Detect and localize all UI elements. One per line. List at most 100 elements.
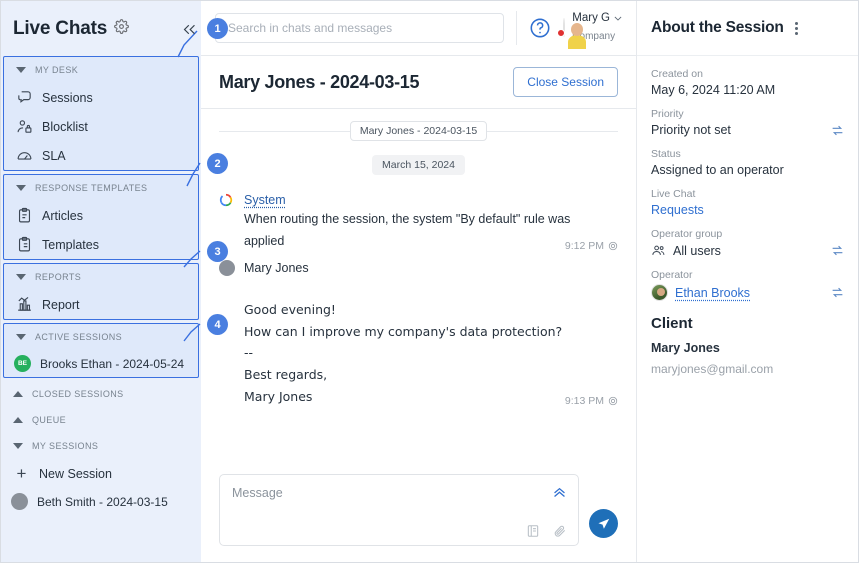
composer-area: Message — [201, 464, 636, 562]
divider — [219, 130, 350, 132]
field-label: Priority — [651, 108, 684, 120]
field-operator-group: Operator group All users — [651, 228, 844, 258]
app-title: Live Chats — [13, 17, 108, 39]
sidebar-section-active-sessions[interactable]: ACTIVE SESSIONS — [4, 324, 198, 350]
new-session-button[interactable]: + New Session — [1, 459, 201, 488]
close-session-button[interactable]: Close Session — [513, 67, 618, 97]
field-priority: Priority Priority not set — [651, 108, 844, 137]
message-line: -- — [244, 345, 254, 361]
client-email: maryjones@gmail.com — [651, 362, 774, 376]
divider — [516, 11, 518, 45]
send-button[interactable] — [589, 509, 618, 538]
field-label: Status — [651, 148, 681, 160]
date-chip: March 15, 2024 — [372, 155, 465, 175]
new-session-label: New Session — [39, 466, 112, 481]
sidebar-section-closed-sessions[interactable]: CLOSED SESSIONS — [1, 381, 201, 407]
message-placeholder: Message — [232, 486, 283, 500]
plus-icon: + — [16, 464, 27, 483]
chevron-down-icon — [16, 185, 26, 191]
message-system: System When routing the session, the sys… — [219, 191, 618, 253]
sidebar-section-reports[interactable]: REPORTS — [4, 264, 198, 290]
field-value: Priority not set — [651, 123, 731, 137]
message-timestamp: 9:13 PM — [565, 395, 618, 408]
message-line: When routing the session, the system "By… — [244, 212, 571, 226]
sidebar-nav: MY DESK Sessions Blocklist SLA RESPONSE … — [1, 56, 201, 562]
sidebar-section-response-templates[interactable]: RESPONSE TEMPLATES — [4, 175, 198, 201]
date-chip-row: March 15, 2024 — [219, 155, 618, 175]
sidebar-section-my-desk[interactable]: MY DESK — [4, 57, 198, 83]
swap-icon[interactable] — [831, 286, 844, 299]
message-line: Mary Jones — [244, 389, 313, 405]
kebab-menu-icon[interactable] — [792, 19, 801, 38]
clipboard-icon — [18, 207, 31, 223]
sidebar-section-label: ACTIVE SESSIONS — [35, 332, 123, 342]
help-circle-icon[interactable] — [529, 17, 551, 39]
sidebar-section-my-sessions[interactable]: MY SESSIONS — [1, 433, 201, 459]
client-heading: Client — [651, 315, 693, 332]
person-block-icon — [17, 120, 32, 133]
avatar — [219, 259, 235, 276]
chevron-double-up-icon[interactable] — [551, 483, 568, 500]
read-receipt-icon — [608, 241, 618, 250]
sidebar-session-brooks-ethan[interactable]: BE Brooks Ethan - 2024-05-24 — [4, 350, 198, 377]
field-operator: Operator Ethan Brooks — [651, 269, 844, 301]
sidebar-section-label: RESPONSE TEMPLATES — [35, 183, 148, 193]
template-icon[interactable] — [526, 524, 540, 538]
sidebar-item-label: Blocklist — [42, 119, 88, 134]
chat-bubbles-icon — [18, 91, 31, 103]
about-panel: About the Session Created on May 6, 2024… — [636, 1, 858, 562]
sidebar-item-label: SLA — [42, 148, 66, 163]
session-label: Brooks Ethan - 2024-05-24 — [40, 356, 185, 371]
sidebar-item-report[interactable]: Report — [4, 290, 198, 319]
message-line: Best regards, — [244, 367, 328, 383]
operator-avatar — [651, 284, 668, 301]
live-chat-link[interactable]: Requests — [651, 203, 704, 217]
chevron-down-icon — [614, 16, 622, 21]
sidebar-session-beth-smith[interactable]: Beth Smith - 2024-03-15 — [1, 488, 201, 515]
field-live-chat: Live Chat Requests — [651, 188, 844, 217]
top-bar: Mary G Company — [201, 1, 636, 56]
divider — [487, 130, 618, 132]
sidebar-section-label: MY DESK — [35, 65, 79, 75]
sidebar-header: Live Chats — [1, 1, 201, 56]
sidebar-item-label: Articles — [42, 208, 83, 223]
bar-chart-icon — [18, 296, 31, 311]
message-line: How can I improve my company's data prot… — [244, 323, 563, 339]
sidebar-item-blocklist[interactable]: Blocklist — [4, 112, 198, 141]
about-title: About the Session — [651, 19, 784, 36]
message-input[interactable]: Message — [219, 474, 579, 546]
field-value: Assigned to an operator — [651, 163, 784, 177]
app-window: Live Chats MY DESK Sessions Blocklist SL… — [0, 0, 859, 563]
message-line: Good evening! — [244, 301, 336, 317]
sidebar-item-articles[interactable]: Articles — [4, 201, 198, 230]
gear-icon[interactable] — [114, 18, 129, 39]
sidebar-item-sessions[interactable]: Sessions — [4, 83, 198, 112]
swap-icon[interactable] — [831, 124, 844, 137]
about-fields: Created on May 6, 2024 11:20 AM Priority… — [637, 56, 858, 388]
search-box[interactable] — [215, 13, 505, 43]
user-menu[interactable]: Mary G Company — [557, 11, 622, 45]
session-chip-row: Mary Jones - 2024-03-15 — [219, 121, 618, 141]
field-label: Live Chat — [651, 188, 696, 200]
message-author[interactable]: System — [244, 193, 286, 207]
sidebar-section-label: REPORTS — [35, 272, 82, 282]
chat-header: Mary Jones - 2024-03-15 Close Session — [201, 56, 636, 109]
operator-link[interactable]: Ethan Brooks — [675, 286, 750, 300]
field-status: Status Assigned to an operator — [651, 148, 844, 177]
field-label: Operator — [651, 269, 693, 281]
sidebar-group-reports: REPORTS Report — [3, 263, 199, 320]
message-client: Mary Jones Good evening! How can I impro… — [219, 259, 618, 408]
sidebar-group-queue: QUEUE — [1, 407, 201, 433]
swap-icon[interactable] — [831, 244, 844, 257]
sidebar-item-label: Templates — [42, 237, 99, 252]
sidebar-item-label: Report — [42, 297, 80, 312]
field-value: All users — [673, 243, 721, 258]
paperclip-icon[interactable] — [553, 524, 567, 538]
message-timestamp: 9:12 PM — [565, 240, 618, 253]
sidebar-section-queue[interactable]: QUEUE — [1, 407, 201, 433]
sidebar-item-sla[interactable]: SLA — [4, 141, 198, 170]
sidebar-item-templates[interactable]: Templates — [4, 230, 198, 259]
search-input[interactable] — [228, 21, 492, 35]
chevron-up-icon — [13, 391, 23, 397]
client-name: Mary Jones — [651, 341, 720, 355]
